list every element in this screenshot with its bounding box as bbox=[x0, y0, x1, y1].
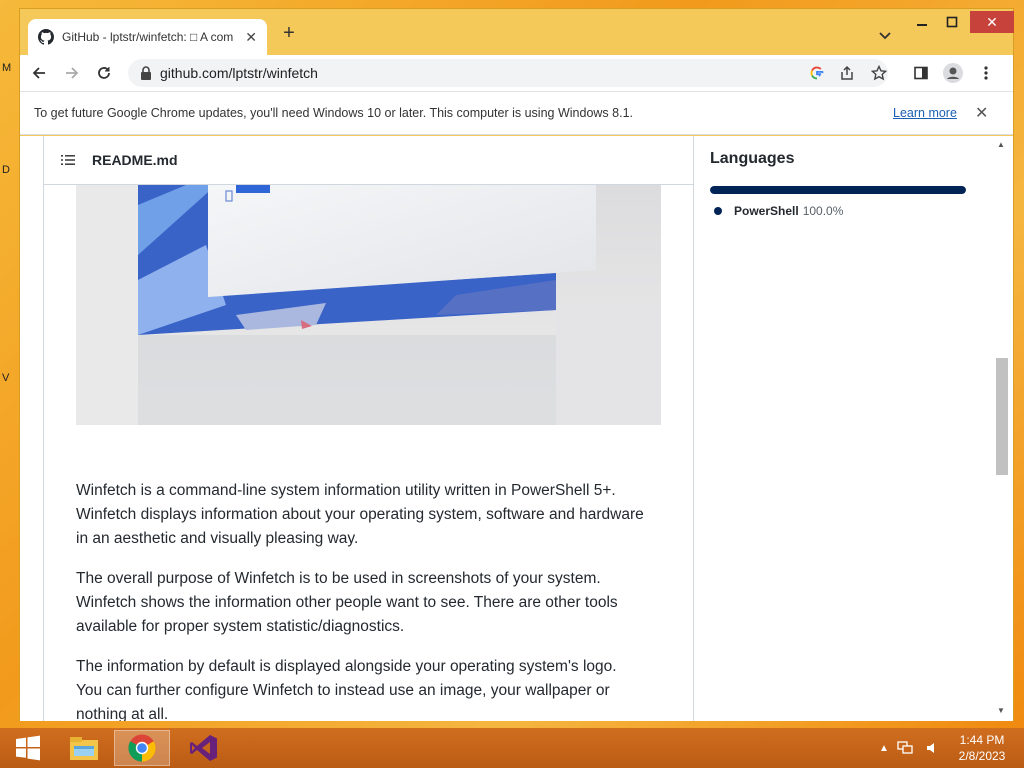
language-bar bbox=[710, 186, 966, 194]
bookmark-star-icon[interactable] bbox=[870, 64, 888, 82]
forward-icon[interactable] bbox=[61, 62, 83, 84]
scrollbar-thumb[interactable] bbox=[996, 358, 1008, 475]
clock-date: 2/8/2023 bbox=[958, 749, 1006, 763]
page-viewport: README.md Winfetch is a command-line sys… bbox=[20, 136, 1013, 721]
readme-title: README.md bbox=[92, 152, 178, 168]
readme-paragraph: Winfetch is a command-line system inform… bbox=[76, 482, 644, 547]
desktop-icon-label[interactable]: M bbox=[2, 62, 11, 74]
scroll-up-icon[interactable]: ▲ bbox=[997, 140, 1005, 149]
language-color-dot bbox=[714, 207, 722, 215]
update-infobar: To get future Google Chrome updates, you… bbox=[20, 91, 1013, 135]
tab-title: GitHub - lptstr/winfetch: □ A com bbox=[62, 30, 234, 44]
share-icon[interactable] bbox=[838, 64, 856, 82]
browser-tab[interactable]: GitHub - lptstr/winfetch: □ A com ✕ bbox=[28, 19, 267, 55]
reload-icon[interactable] bbox=[93, 62, 115, 84]
new-tab-button[interactable]: + bbox=[278, 23, 300, 45]
address-bar[interactable]: github.com/lptstr/winfetch bbox=[128, 59, 888, 87]
lock-icon[interactable] bbox=[140, 66, 152, 80]
show-hidden-icons-icon[interactable]: ▲ bbox=[876, 741, 892, 755]
infobar-close-icon[interactable]: ✕ bbox=[975, 103, 988, 123]
github-icon bbox=[38, 29, 54, 45]
chrome-icon[interactable] bbox=[114, 730, 170, 766]
clock-time: 1:44 PM bbox=[959, 733, 1005, 747]
language-name[interactable]: PowerShell bbox=[734, 204, 799, 218]
desktop-icon-label[interactable]: V bbox=[2, 372, 9, 384]
taskbar-clock[interactable]: 1:44 PM 2/8/2023 bbox=[952, 732, 1012, 764]
readme-paragraph: The overall purpose of Winfetch is to be… bbox=[76, 570, 618, 635]
taskbar: ▲ 1:44 PM 2/8/2023 bbox=[0, 728, 1024, 768]
tab-close-icon[interactable]: ✕ bbox=[245, 29, 257, 46]
languages-heading: Languages bbox=[710, 150, 795, 167]
readme-header: README.md bbox=[44, 136, 693, 185]
list-outline-icon[interactable] bbox=[60, 152, 76, 168]
readme-paragraph: The information by default is displayed … bbox=[76, 658, 617, 721]
desktop-icon-label[interactable]: D bbox=[2, 164, 10, 176]
file-explorer-icon[interactable] bbox=[56, 730, 112, 766]
language-bar-segment-powershell bbox=[710, 186, 966, 194]
start-icon[interactable] bbox=[0, 730, 56, 766]
page-scrollbar[interactable]: ▲ ▼ bbox=[993, 136, 1009, 721]
menu-kebab-icon[interactable] bbox=[975, 62, 997, 84]
google-icon[interactable] bbox=[808, 64, 826, 82]
visual-studio-icon[interactable] bbox=[176, 730, 232, 766]
maximize-button[interactable] bbox=[938, 11, 966, 33]
side-panel-icon[interactable] bbox=[910, 62, 932, 84]
infobar-message: To get future Google Chrome updates, you… bbox=[34, 106, 633, 120]
close-window-button[interactable]: ✕ bbox=[970, 11, 1014, 33]
back-icon[interactable] bbox=[28, 62, 50, 84]
readme-screenshot-image bbox=[76, 185, 661, 425]
network-icon[interactable] bbox=[897, 741, 913, 755]
scroll-down-icon[interactable]: ▼ bbox=[997, 706, 1005, 715]
tab-search-chevron-icon[interactable] bbox=[877, 27, 893, 43]
language-percent: 100.0% bbox=[802, 204, 844, 218]
readme-panel: README.md Winfetch is a command-line sys… bbox=[43, 136, 694, 721]
profile-avatar-icon[interactable] bbox=[942, 62, 964, 84]
browser-toolbar: github.com/lptstr/winfetch bbox=[20, 55, 1013, 91]
repo-sidebar: Languages PowerShell 100.0% bbox=[710, 136, 990, 721]
minimize-button[interactable] bbox=[908, 11, 936, 33]
url-text[interactable]: github.com/lptstr/winfetch bbox=[160, 65, 318, 81]
chrome-window: GitHub - lptstr/winfetch: □ A com ✕ + ✕ bbox=[19, 8, 1014, 721]
language-item[interactable]: PowerShell 100.0% bbox=[714, 204, 843, 218]
title-bar[interactable]: GitHub - lptstr/winfetch: □ A com ✕ + ✕ bbox=[20, 9, 1014, 55]
learn-more-link[interactable]: Learn more bbox=[893, 106, 957, 120]
volume-icon[interactable] bbox=[924, 741, 940, 755]
